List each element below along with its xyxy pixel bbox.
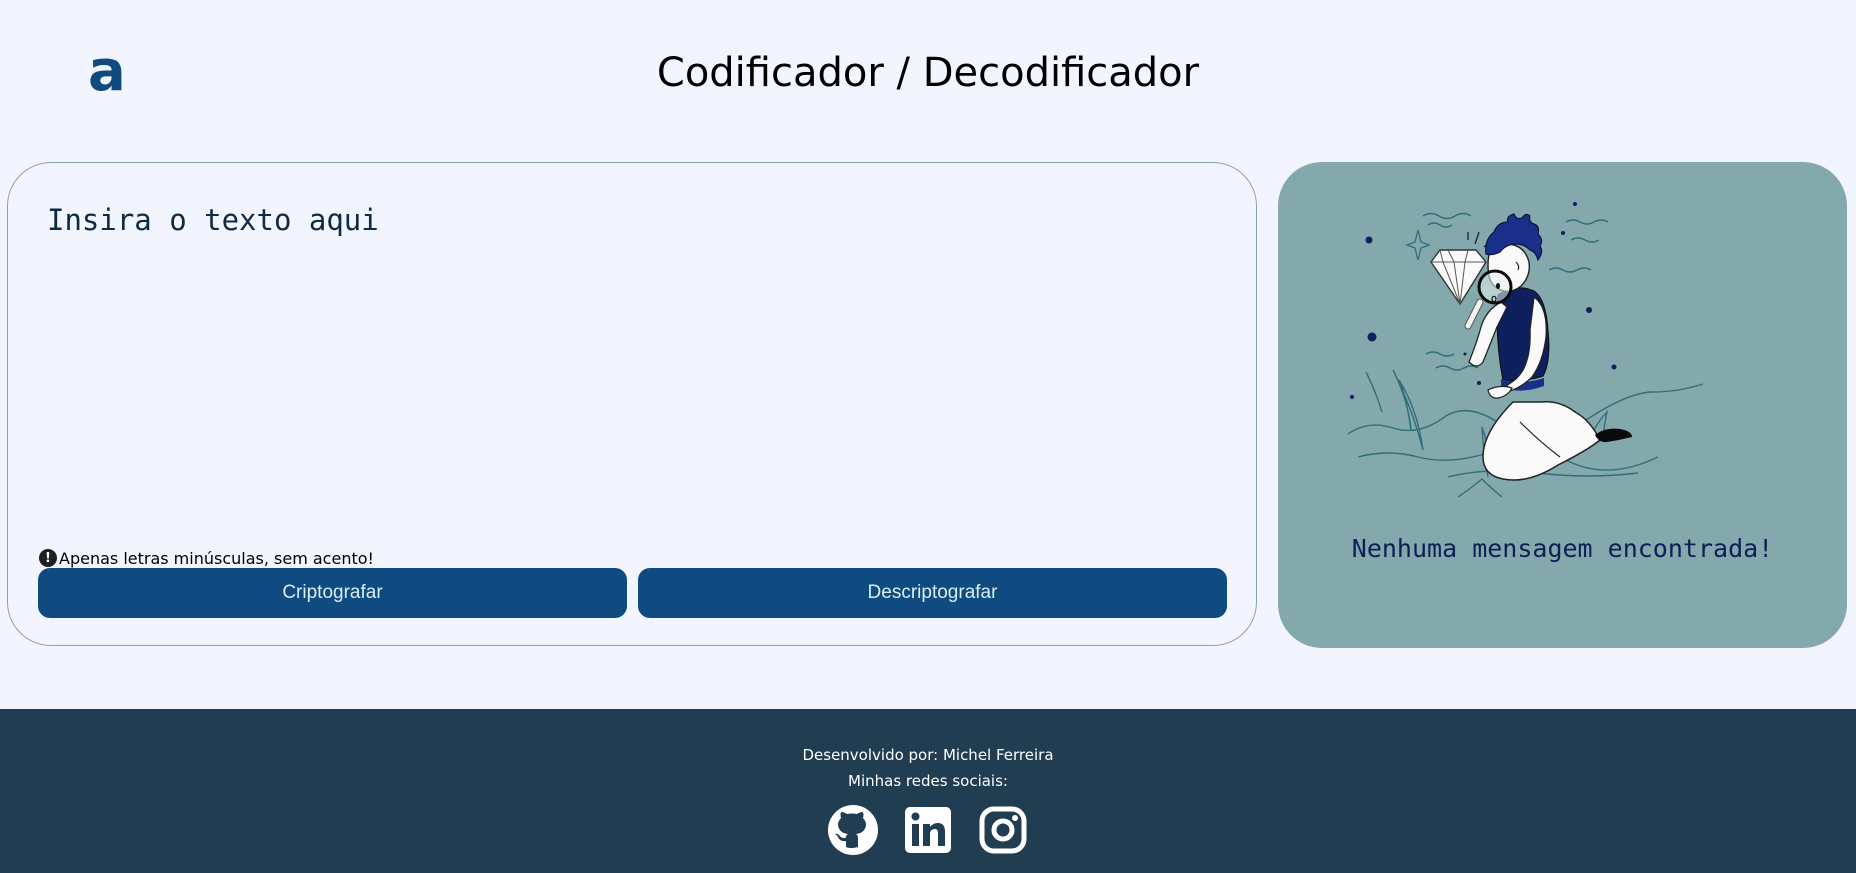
person-with-magnifier-illustration bbox=[1347, 202, 1704, 498]
linkedin-icon[interactable] bbox=[902, 804, 954, 856]
output-panel: Nenhuma mensagem encontrada! bbox=[1278, 162, 1847, 648]
decrypt-button[interactable]: Descriptografar bbox=[638, 568, 1227, 618]
input-panel: ! Apenas letras minúsculas, sem acento! … bbox=[7, 162, 1257, 646]
exclamation-icon: ! bbox=[39, 549, 57, 567]
github-icon[interactable] bbox=[827, 804, 879, 856]
empty-message: Nenhuma mensagem encontrada! bbox=[1351, 534, 1774, 563]
social-links bbox=[0, 804, 1856, 856]
developer-credit: Desenvolvido por: Michel Ferreira bbox=[802, 746, 1054, 764]
hint-text: Apenas letras minúsculas, sem acento! bbox=[59, 548, 374, 568]
instagram-icon[interactable] bbox=[977, 804, 1029, 856]
encrypt-button[interactable]: Criptografar bbox=[38, 568, 627, 618]
footer: Desenvolvido por: Michel Ferreira Minhas… bbox=[0, 709, 1856, 873]
social-label: Minhas redes sociais: bbox=[848, 772, 1008, 790]
text-input[interactable] bbox=[45, 201, 1199, 485]
page-title: Codificador / Decodificador bbox=[656, 50, 1200, 96]
input-hint: ! Apenas letras minúsculas, sem acento! bbox=[39, 548, 374, 568]
